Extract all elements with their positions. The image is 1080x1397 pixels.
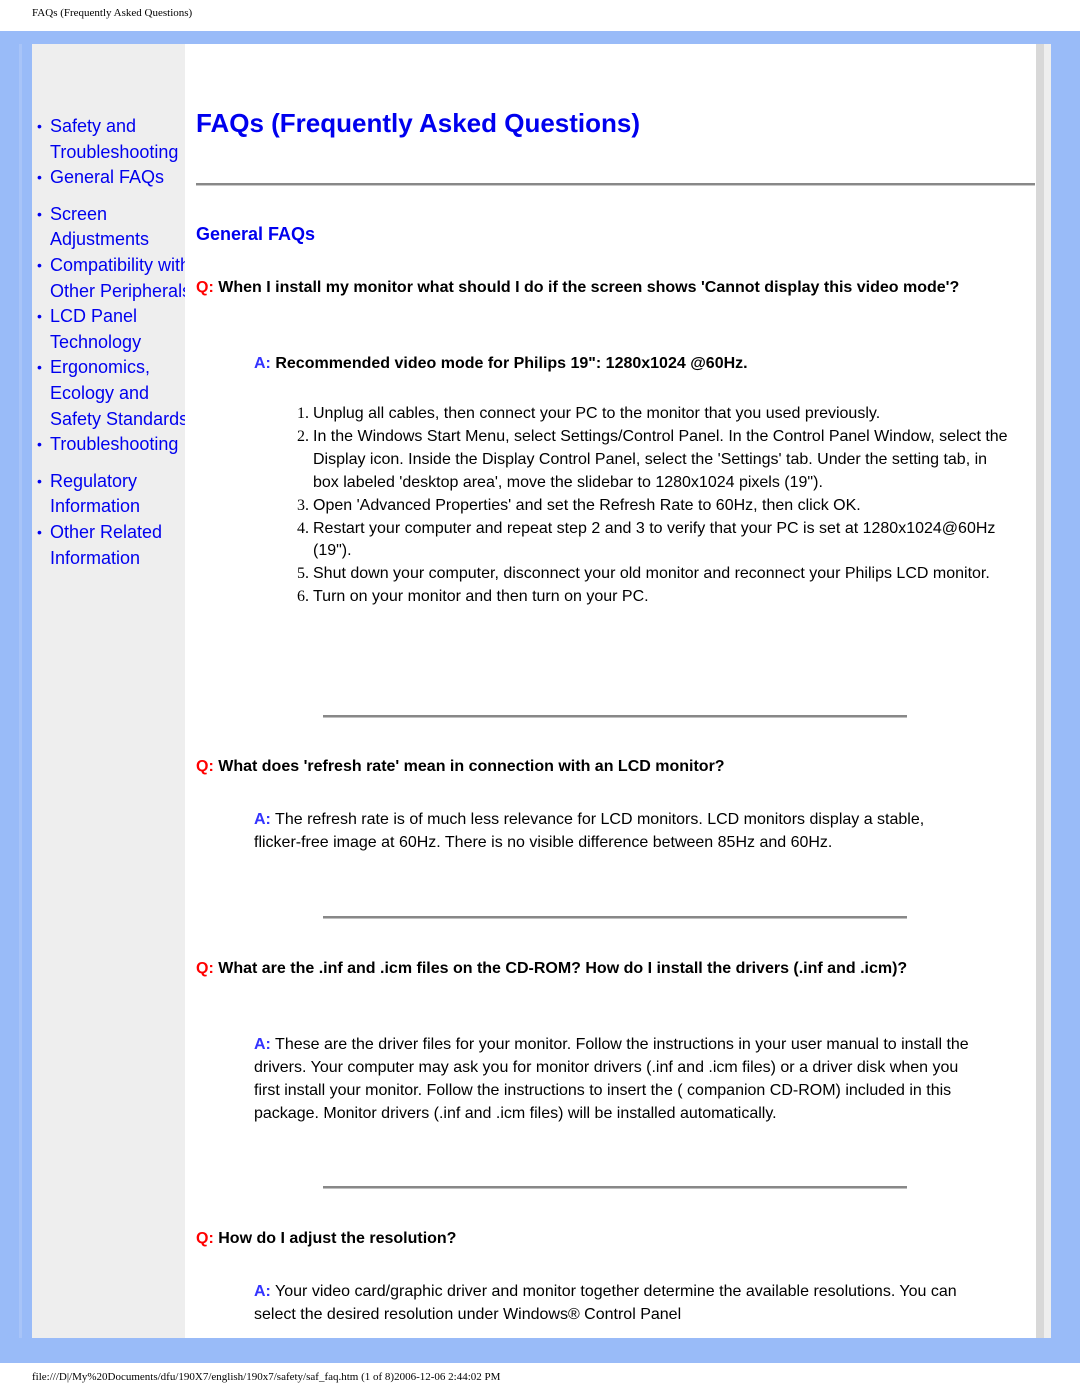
sidebar-link[interactable]: Safety and Troubleshooting (50, 116, 178, 162)
step-item: Restart your computer and repeat step 2 … (313, 518, 1013, 564)
sidebar-link[interactable]: Troubleshooting (50, 434, 178, 454)
sidebar-link[interactable]: Screen Adjustments (50, 204, 149, 250)
faq-question: Q: How do I adjust the resolution? (196, 1227, 1036, 1250)
faq-divider (323, 1186, 907, 1189)
print-footer: file:///D|/My%20Documents/dfu/190X7/engl… (32, 1371, 501, 1383)
sidebar-item-compatibility[interactable]: • Compatibility with Other Peripherals (32, 253, 192, 304)
section-title: General FAQs (196, 224, 316, 244)
answer-marker: A: (254, 811, 271, 828)
print-header: FAQs (Frequently Asked Questions) (32, 7, 193, 19)
step-item: Turn on your monitor and then turn on yo… (313, 586, 1013, 609)
sidebar-item-lcd-panel-technology[interactable]: • LCD Panel Technology (32, 304, 192, 355)
sidebar-link[interactable]: Ergonomics, Ecology and Safety Standards (50, 357, 188, 428)
sidebar-link[interactable]: Other Related Information (50, 522, 162, 568)
question-text: When I install my monitor what should I … (218, 279, 960, 296)
title-divider (196, 183, 1035, 186)
faq-divider (323, 916, 907, 919)
sidebar-item-ergonomics[interactable]: • Ergonomics, Ecology and Safety Standard… (32, 355, 192, 432)
step-item: Open 'Advanced Properties' and set the R… (313, 495, 1013, 518)
bullet-icon: • (37, 256, 42, 273)
question-marker: Q: (196, 758, 214, 775)
bullet-icon: • (37, 308, 42, 325)
scrollbar-track[interactable] (1036, 44, 1044, 1338)
bullet-icon: • (37, 205, 42, 222)
answer-marker: A: (254, 355, 271, 372)
step-item: Shut down your computer, disconnect your… (313, 563, 1013, 586)
sidebar-item-screen-adjustments[interactable]: • Screen Adjustments (32, 202, 192, 253)
sidebar-item-regulatory-information[interactable]: • Regulatory Information (32, 469, 192, 520)
sidebar-nav: • Safety and Troubleshooting • General FAQ… (32, 44, 191, 1338)
answer-marker: A: (254, 1283, 271, 1300)
faq-answer: A: Your video card/graphic driver and mo… (254, 1280, 974, 1326)
question-text: What does 'refresh rate' mean in connect… (218, 758, 725, 775)
bullet-icon: • (37, 436, 42, 453)
answer-marker: A: (254, 1036, 271, 1053)
steps-list: Unplug all cables, then connect your PC … (271, 403, 1013, 609)
sidebar-item-general-faqs[interactable]: • General FAQs (32, 165, 192, 191)
question-text: How do I adjust the resolution? (218, 1230, 457, 1247)
question-marker: Q: (196, 960, 214, 977)
scrollbar-edge (1044, 44, 1051, 1338)
sidebar-item-other-related-information[interactable]: • Other Related Information (32, 520, 192, 571)
sidebar-link[interactable]: General FAQs (50, 167, 164, 187)
faq-divider (323, 715, 907, 718)
answer-text: Recommended video mode for Philips 19": … (275, 355, 748, 372)
bullet-icon: • (37, 169, 42, 186)
faq-answer: A: The refresh rate is of much less rele… (254, 808, 974, 854)
answer-text: These are the driver files for your moni… (254, 1036, 969, 1122)
frame-stripe (19, 44, 22, 1338)
step-item: In the Windows Start Menu, select Settin… (313, 426, 1013, 495)
sidebar-link[interactable]: Compatibility with Other Peripherals (50, 255, 191, 301)
faq-question: Q: What does 'refresh rate' mean in conn… (196, 755, 1036, 778)
question-text: What are the .inf and .icm files on the … (218, 960, 908, 977)
step-item: Unplug all cables, then connect your PC … (313, 403, 1013, 426)
sidebar-link[interactable]: LCD Panel Technology (50, 306, 141, 352)
answer-text: Your video card/graphic driver and monit… (254, 1283, 957, 1323)
question-marker: Q: (196, 1230, 214, 1247)
bullet-icon: • (37, 472, 42, 489)
question-marker: Q: (196, 279, 214, 296)
bullet-icon: • (37, 523, 42, 540)
bullet-icon: • (37, 118, 42, 134)
faq-answer: A: These are the driver files for your m… (254, 1033, 974, 1125)
answer-text: The refresh rate is of much less relevan… (254, 811, 925, 851)
page-title: FAQs (Frequently Asked Questions) (196, 108, 641, 138)
bullet-icon: • (37, 359, 42, 376)
main-content: FAQs (Frequently Asked Questions) Genera… (185, 44, 1036, 1338)
faq-question: Q: What are the .inf and .icm files on t… (196, 957, 1036, 980)
faq-answer: A: Recommended video mode for Philips 19… (254, 352, 974, 375)
sidebar-link[interactable]: Regulatory Information (50, 471, 140, 517)
sidebar-item-safety-and-troubleshooting[interactable]: • Safety and Troubleshooting (32, 114, 192, 165)
faq-question: Q: When I install my monitor what should… (196, 276, 1036, 299)
sidebar-item-troubleshooting[interactable]: • Troubleshooting (32, 432, 192, 458)
